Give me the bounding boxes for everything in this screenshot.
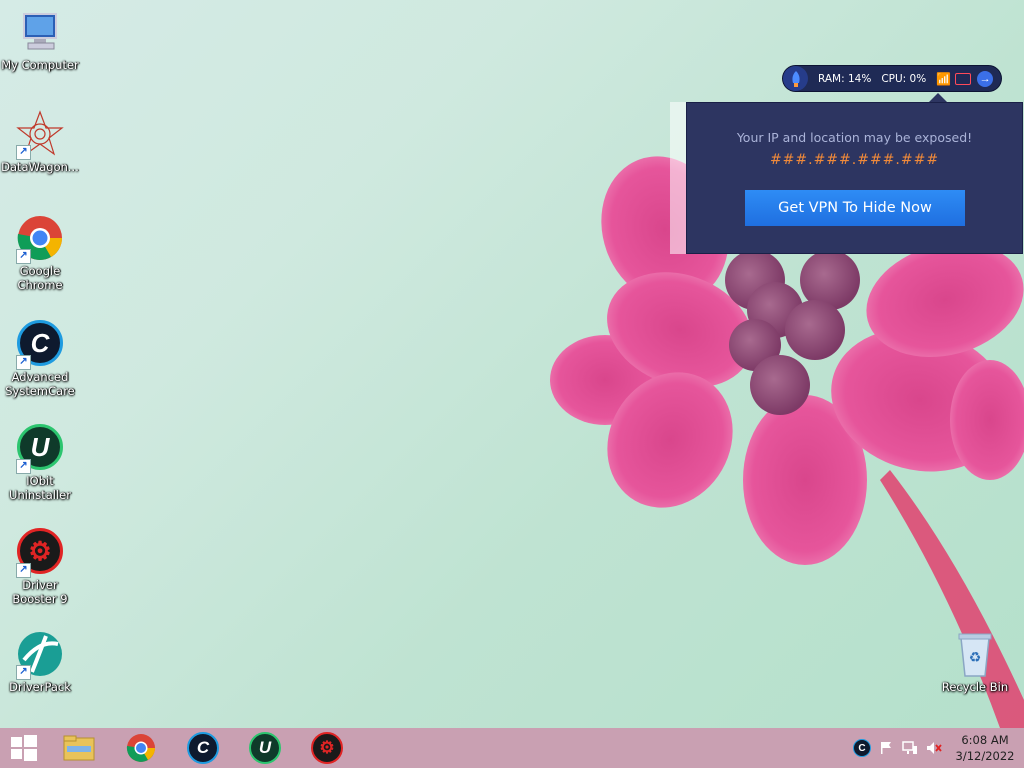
- popup-caret: [929, 93, 947, 102]
- windows-logo-icon: [11, 735, 37, 761]
- driver-booster-icon: ⚙: [311, 732, 343, 764]
- desktop-icon-datawagon[interactable]: ↗ DataWagon...: [0, 110, 80, 174]
- popup-shadow: [670, 102, 686, 254]
- shortcut-arrow-icon: ↗: [16, 665, 31, 680]
- driverpack-icon: ↗: [16, 630, 64, 680]
- advanced-systemcare-icon: C ↗: [16, 320, 64, 370]
- chrome-icon: [126, 734, 155, 762]
- vpn-popup: Your IP and location may be exposed! ###…: [686, 102, 1023, 254]
- volume-muted-icon[interactable]: [922, 736, 946, 760]
- desktop-icon-label: Driver Booster 9: [12, 578, 68, 606]
- rocket-icon[interactable]: [783, 66, 808, 91]
- desktop-icon-google-chrome[interactable]: ↗ Google Chrome: [0, 214, 80, 292]
- camera-warning-icon[interactable]: [955, 72, 972, 85]
- datawagon-icon: ↗: [16, 110, 64, 160]
- get-vpn-button[interactable]: Get VPN To Hide Now: [745, 190, 965, 226]
- desktop-icon-label: My Computer: [1, 58, 79, 72]
- desktop-icon-label: Recycle Bin: [941, 680, 1009, 694]
- clock[interactable]: 6:08 AM 3/12/2022: [946, 732, 1024, 764]
- taskbar-chrome[interactable]: [110, 728, 172, 768]
- system-monitor-widget[interactable]: RAM: 14% CPU: 0% 📶 →: [783, 66, 1001, 91]
- start-button[interactable]: [0, 728, 48, 768]
- shortcut-arrow-icon: ↗: [16, 459, 31, 474]
- cpu-usage: CPU: 0%: [881, 72, 927, 85]
- shortcut-arrow-icon: ↗: [16, 355, 31, 370]
- iobit-uninstaller-icon: U ↗: [16, 424, 64, 474]
- shortcut-arrow-icon: ↗: [16, 145, 31, 160]
- exposure-warning-text: Your IP and location may be exposed!: [736, 130, 973, 145]
- clock-date: 3/12/2022: [955, 749, 1015, 763]
- iobit-uninstaller-icon: U: [249, 732, 281, 764]
- advanced-systemcare-icon: C: [187, 732, 219, 764]
- svg-text:♻: ♻: [969, 649, 982, 665]
- ram-usage: RAM: 14%: [818, 72, 872, 85]
- desktop-icon-label: IObit Uninstaller: [9, 474, 71, 502]
- tray-systemcare-icon[interactable]: C: [850, 736, 874, 760]
- desktop-icon-label: Google Chrome: [17, 264, 63, 292]
- clock-time: 6:08 AM: [961, 733, 1009, 747]
- wifi-warning-icon[interactable]: 📶: [936, 72, 951, 86]
- arrow-right-icon[interactable]: →: [977, 70, 994, 87]
- taskbar-iobit-uninstaller[interactable]: U: [234, 728, 296, 768]
- taskbar-file-explorer[interactable]: [48, 728, 110, 768]
- desktop-icon-driver-booster[interactable]: ⚙ ↗ Driver Booster 9: [0, 526, 80, 606]
- desktop-icon-label: DataWagon...: [1, 160, 79, 174]
- desktop-icon-my-computer[interactable]: My Computer: [0, 8, 80, 72]
- driver-booster-icon: ⚙ ↗: [16, 528, 64, 578]
- flag-icon[interactable]: [874, 736, 898, 760]
- desktop-icon-recycle-bin[interactable]: ♻ Recycle Bin: [935, 630, 1015, 694]
- desktop-icon-advanced-systemcare[interactable]: C ↗ Advanced SystemCare: [0, 318, 80, 398]
- shortcut-arrow-icon: ↗: [16, 249, 31, 264]
- desktop-icon-driverpack[interactable]: ↗ DriverPack: [0, 630, 80, 694]
- desktop-icon-label: DriverPack: [9, 680, 71, 694]
- taskbar-driver-booster[interactable]: ⚙: [296, 728, 358, 768]
- chrome-icon: ↗: [16, 214, 64, 264]
- system-tray: C 6:08 AM 3/12/2022: [850, 728, 1024, 768]
- computer-icon: [16, 8, 64, 56]
- taskbar: C U ⚙ C 6:08 AM 3/12/2022: [0, 728, 1024, 768]
- desktop-icon-iobit-uninstaller[interactable]: U ↗ IObit Uninstaller: [0, 422, 80, 502]
- network-icon[interactable]: [898, 736, 922, 760]
- shortcut-arrow-icon: ↗: [16, 563, 31, 578]
- desktop-icon-label: Advanced SystemCare: [5, 370, 75, 398]
- recycle-bin-icon: ♻: [951, 630, 999, 678]
- taskbar-advanced-systemcare[interactable]: C: [172, 728, 234, 768]
- folder-icon: [63, 735, 95, 761]
- ip-address: ###.###.###.###: [769, 152, 940, 168]
